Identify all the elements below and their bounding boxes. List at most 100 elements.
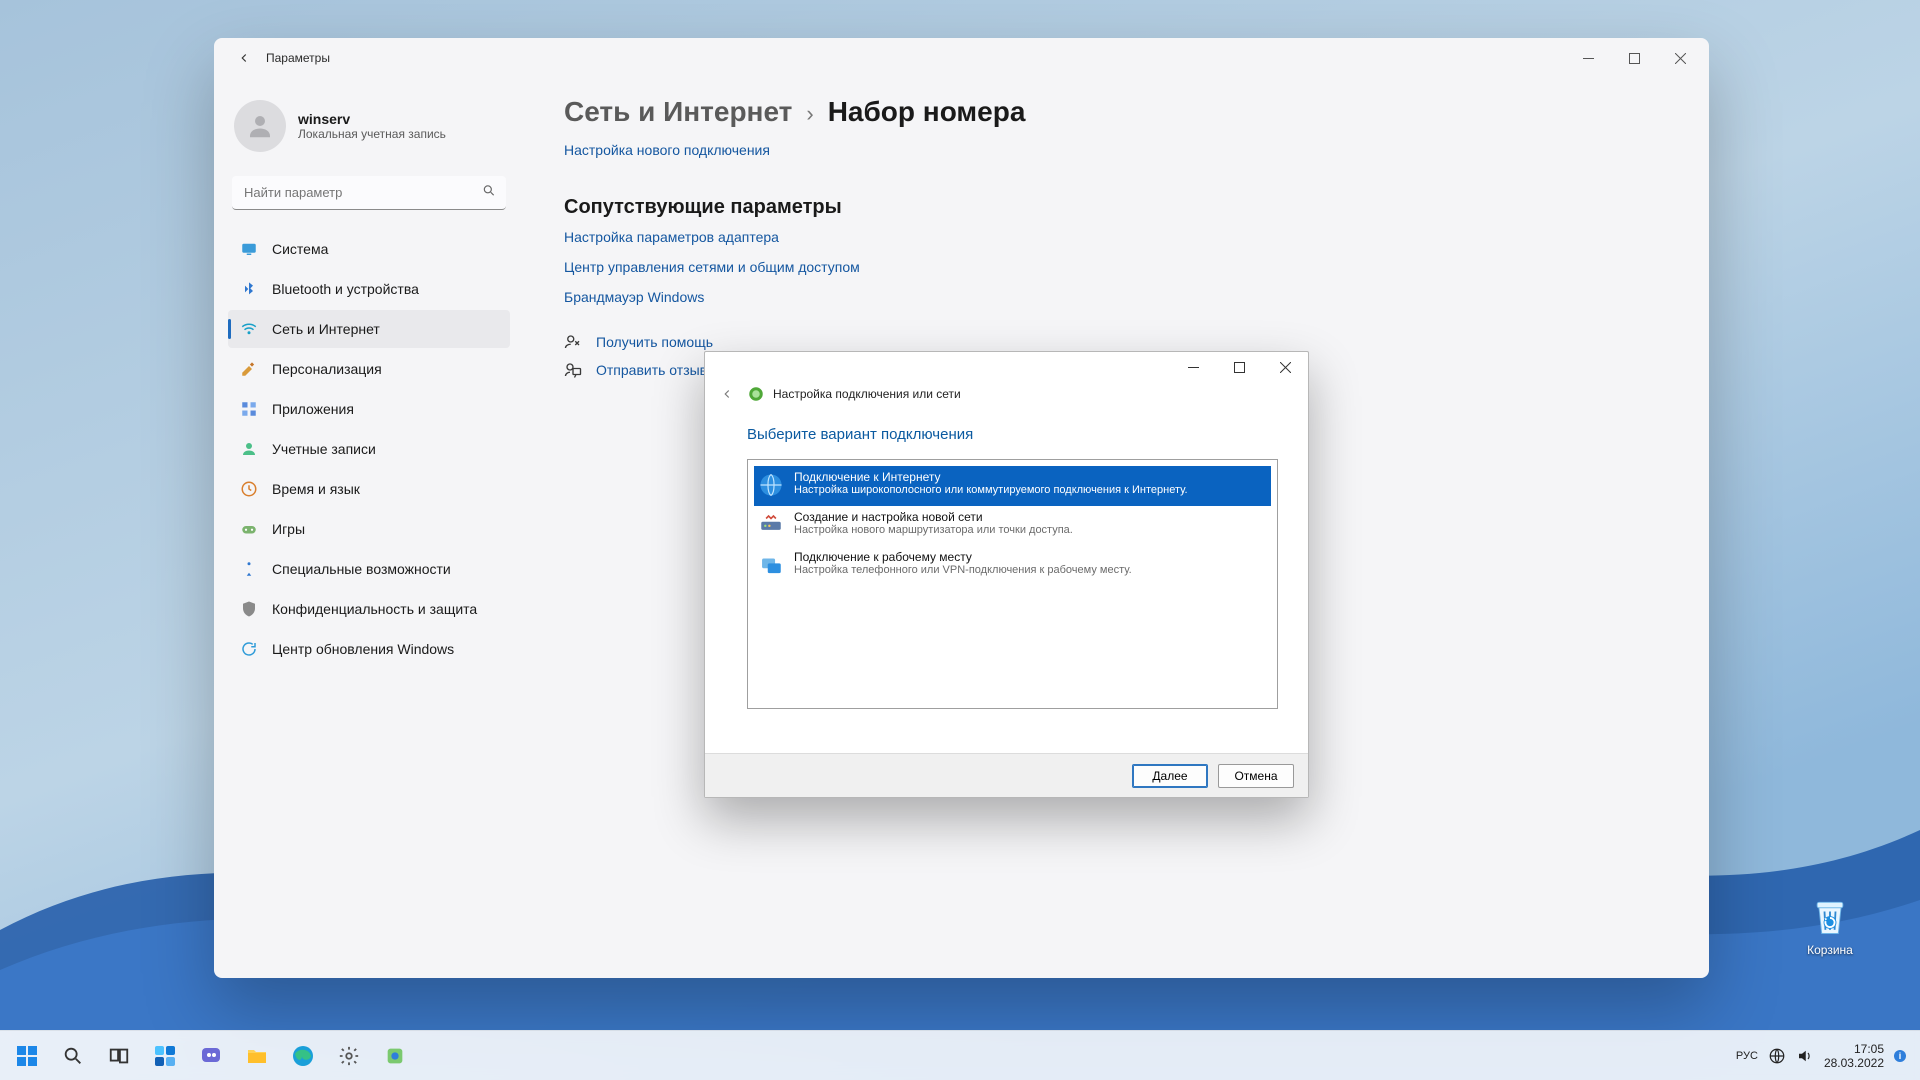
sidebar-item-label: Учетные записи <box>272 441 376 457</box>
accounts-icon <box>240 440 258 458</box>
wizard-option-0-icon <box>758 472 784 498</box>
wizard-header: Настройка подключения или сети <box>705 382 1308 412</box>
taskbar-right: РУС 17:05 28.03.2022 i <box>1736 1042 1920 1070</box>
link-adapter-settings[interactable]: Настройка параметров адаптера <box>564 229 1669 245</box>
recycle-bin-label: Корзина <box>1790 943 1870 957</box>
sidebar-item-personalization[interactable]: Персонализация <box>228 350 510 388</box>
sidebar-item-network[interactable]: Сеть и Интернет <box>228 310 510 348</box>
back-button[interactable] <box>228 42 260 74</box>
wizard-option-2-icon <box>758 552 784 578</box>
connection-wizard-dialog: Настройка подключения или сети Выберите … <box>704 351 1309 798</box>
privacy-icon <box>240 600 258 618</box>
wizard-cancel-button[interactable]: Отмена <box>1218 764 1294 788</box>
bluetooth-icon <box>240 280 258 298</box>
wizard-option-desc: Настройка телефонного или VPN-подключени… <box>794 564 1132 576</box>
wizard-option-title: Создание и настройка новой сети <box>794 510 1073 524</box>
wizard-footer: Далее Отмена <box>705 753 1308 797</box>
avatar-icon <box>234 100 286 152</box>
sidebar-item-gaming[interactable]: Игры <box>228 510 510 548</box>
time-icon <box>240 480 258 498</box>
wizard-option-title: Подключение к рабочему месту <box>794 550 1132 564</box>
wizard-content: Выберите вариант подключения Подключение… <box>705 412 1308 753</box>
wizard-option-list: Подключение к ИнтернетуНастройка широкоп… <box>747 459 1278 709</box>
wizard-minimize-button[interactable] <box>1170 352 1216 382</box>
search-icon <box>482 184 496 203</box>
language-indicator[interactable]: РУС <box>1736 1050 1758 1062</box>
network-icon <box>240 320 258 338</box>
apps-icon <box>240 400 258 418</box>
file-explorer-button[interactable] <box>236 1035 278 1077</box>
wizard-option-0[interactable]: Подключение к ИнтернетуНастройка широкоп… <box>754 466 1271 506</box>
sidebar-item-label: Bluetooth и устройства <box>272 281 419 297</box>
volume-tray-icon[interactable] <box>1796 1047 1814 1065</box>
sidebar-item-accounts[interactable]: Учетные записи <box>228 430 510 468</box>
personalization-icon <box>240 360 258 378</box>
settings-sidebar: winserv Локальная учетная запись Система… <box>214 78 524 978</box>
minimize-button[interactable] <box>1565 42 1611 74</box>
edge-button[interactable] <box>282 1035 324 1077</box>
wizard-titlebar <box>705 352 1308 382</box>
sidebar-item-privacy[interactable]: Конфиденциальность и защита <box>228 590 510 628</box>
wizard-maximize-button[interactable] <box>1216 352 1262 382</box>
breadcrumb: Сеть и Интернет › Набор номера <box>564 96 1669 128</box>
window-controls <box>1565 42 1703 74</box>
taskbar-date: 28.03.2022 <box>1824 1056 1884 1070</box>
sidebar-item-label: Конфиденциальность и защита <box>272 601 477 617</box>
widgets-button[interactable] <box>144 1035 186 1077</box>
search-input[interactable] <box>232 176 506 210</box>
wizard-option-1-icon <box>758 512 784 538</box>
sidebar-item-update[interactable]: Центр обновления Windows <box>228 630 510 668</box>
taskbar-left <box>0 1035 416 1077</box>
sidebar-item-bluetooth[interactable]: Bluetooth и устройства <box>228 270 510 308</box>
settings-nav: Система Bluetooth и устройства Сеть и Инте… <box>228 230 510 668</box>
recycle-bin-icon[interactable]: Корзина <box>1790 895 1870 957</box>
gaming-icon <box>240 520 258 538</box>
user-block[interactable]: winserv Локальная учетная запись <box>228 94 510 166</box>
sidebar-item-label: Персонализация <box>272 361 382 377</box>
link-get-help[interactable]: Получить помощь <box>564 333 1669 351</box>
sidebar-item-accessibility[interactable]: Специальные возможности <box>228 550 510 588</box>
taskbar-app-button[interactable] <box>374 1035 416 1077</box>
wizard-back-button[interactable] <box>715 382 739 406</box>
chevron-right-icon: › <box>806 101 813 127</box>
wizard-option-title: Подключение к Интернету <box>794 470 1188 484</box>
related-params-header: Сопутствующие параметры <box>564 196 1669 219</box>
maximize-button[interactable] <box>1611 42 1657 74</box>
notifications-button[interactable]: i <box>1894 1050 1906 1062</box>
sidebar-item-label: Специальные возможности <box>272 561 451 577</box>
sidebar-item-system[interactable]: Система <box>228 230 510 268</box>
network-icon <box>747 385 765 403</box>
sidebar-item-time[interactable]: Время и язык <box>228 470 510 508</box>
wizard-next-button[interactable]: Далее <box>1132 764 1208 788</box>
link-sharing-center[interactable]: Центр управления сетями и общим доступом <box>564 259 1669 275</box>
breadcrumb-parent[interactable]: Сеть и Интернет <box>564 96 792 128</box>
wizard-option-1[interactable]: Создание и настройка новой сетиНастройка… <box>754 506 1271 546</box>
sidebar-item-label: Система <box>272 241 328 257</box>
taskbar-clock[interactable]: 17:05 28.03.2022 <box>1824 1042 1884 1070</box>
sidebar-item-label: Игры <box>272 521 305 537</box>
wizard-close-button[interactable] <box>1262 352 1308 382</box>
taskbar-search-button[interactable] <box>52 1035 94 1077</box>
taskbar-settings-button[interactable] <box>328 1035 370 1077</box>
taskbar: РУС 17:05 28.03.2022 i <box>0 1030 1920 1080</box>
start-button[interactable] <box>6 1035 48 1077</box>
user-name: winserv <box>298 111 446 127</box>
wizard-option-desc: Настройка широкополосного или коммутируе… <box>794 484 1188 496</box>
link-new-connection[interactable]: Настройка нового подключения <box>564 142 770 158</box>
task-view-button[interactable] <box>98 1035 140 1077</box>
sidebar-item-label: Время и язык <box>272 481 360 497</box>
user-subtitle: Локальная учетная запись <box>298 127 446 141</box>
wizard-option-2[interactable]: Подключение к рабочему местуНастройка те… <box>754 546 1271 586</box>
search-field <box>232 176 506 210</box>
settings-titlebar: Параметры <box>214 38 1709 78</box>
taskbar-time: 17:05 <box>1824 1042 1884 1056</box>
link-get-help-label: Получить помощь <box>596 334 713 350</box>
close-button[interactable] <box>1657 42 1703 74</box>
wizard-option-desc: Настройка нового маршрутизатора или точк… <box>794 524 1073 536</box>
feedback-icon <box>564 361 582 379</box>
sidebar-item-label: Центр обновления Windows <box>272 641 454 657</box>
sidebar-item-apps[interactable]: Приложения <box>228 390 510 428</box>
link-firewall[interactable]: Брандмауэр Windows <box>564 289 1669 305</box>
chat-button[interactable] <box>190 1035 232 1077</box>
network-tray-icon[interactable] <box>1768 1047 1786 1065</box>
